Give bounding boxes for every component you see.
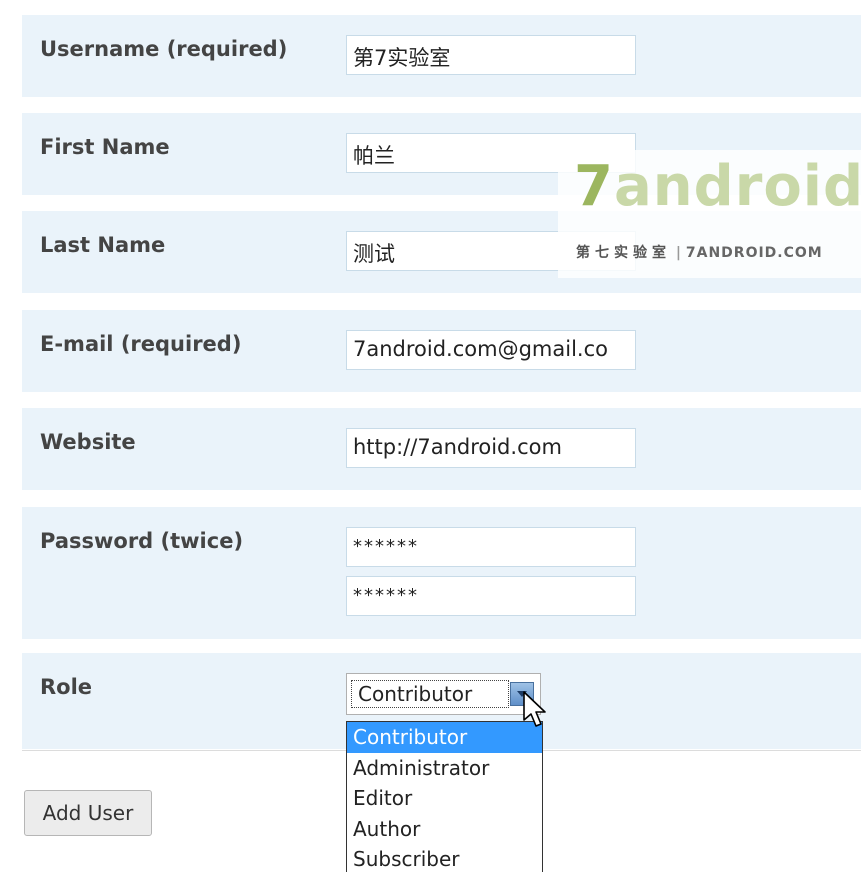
watermark-subtitle: 第七实验室 | 7ANDROID.COM — [576, 245, 823, 261]
role-option-author[interactable]: Author — [347, 814, 542, 845]
email-field[interactable]: 7android.com@gmail.co — [346, 330, 636, 370]
role-option-contributor[interactable]: Contributor — [347, 722, 542, 753]
add-user-button[interactable]: Add User — [24, 790, 152, 836]
first-name-label: First Name — [40, 135, 170, 159]
watermark-logo: 7android 第七实验室 | 7ANDROID.COM — [558, 150, 861, 278]
role-select[interactable]: Contributor — [346, 673, 541, 715]
watermark-logo-text: 7android — [574, 154, 861, 219]
username-field[interactable]: 第7实验室 — [346, 35, 636, 75]
role-label: Role — [40, 675, 93, 699]
role-option-subscriber[interactable]: Subscriber — [347, 844, 542, 875]
role-select-value: Contributor — [351, 680, 509, 708]
password-confirm-field[interactable]: ****** — [346, 576, 636, 616]
role-dropdown-list: Contributor Administrator Editor Author … — [346, 721, 543, 872]
last-name-label: Last Name — [40, 233, 166, 257]
mouse-cursor-icon — [523, 691, 546, 727]
password-field[interactable]: ****** — [346, 527, 636, 567]
password-label: Password (twice) — [40, 529, 244, 553]
username-label: Username (required) — [40, 37, 288, 61]
role-option-editor[interactable]: Editor — [347, 783, 542, 814]
role-option-administrator[interactable]: Administrator — [347, 753, 542, 784]
email-label: E-mail (required) — [40, 332, 242, 356]
website-label: Website — [40, 430, 136, 454]
website-field[interactable]: http://7android.com — [346, 428, 636, 468]
